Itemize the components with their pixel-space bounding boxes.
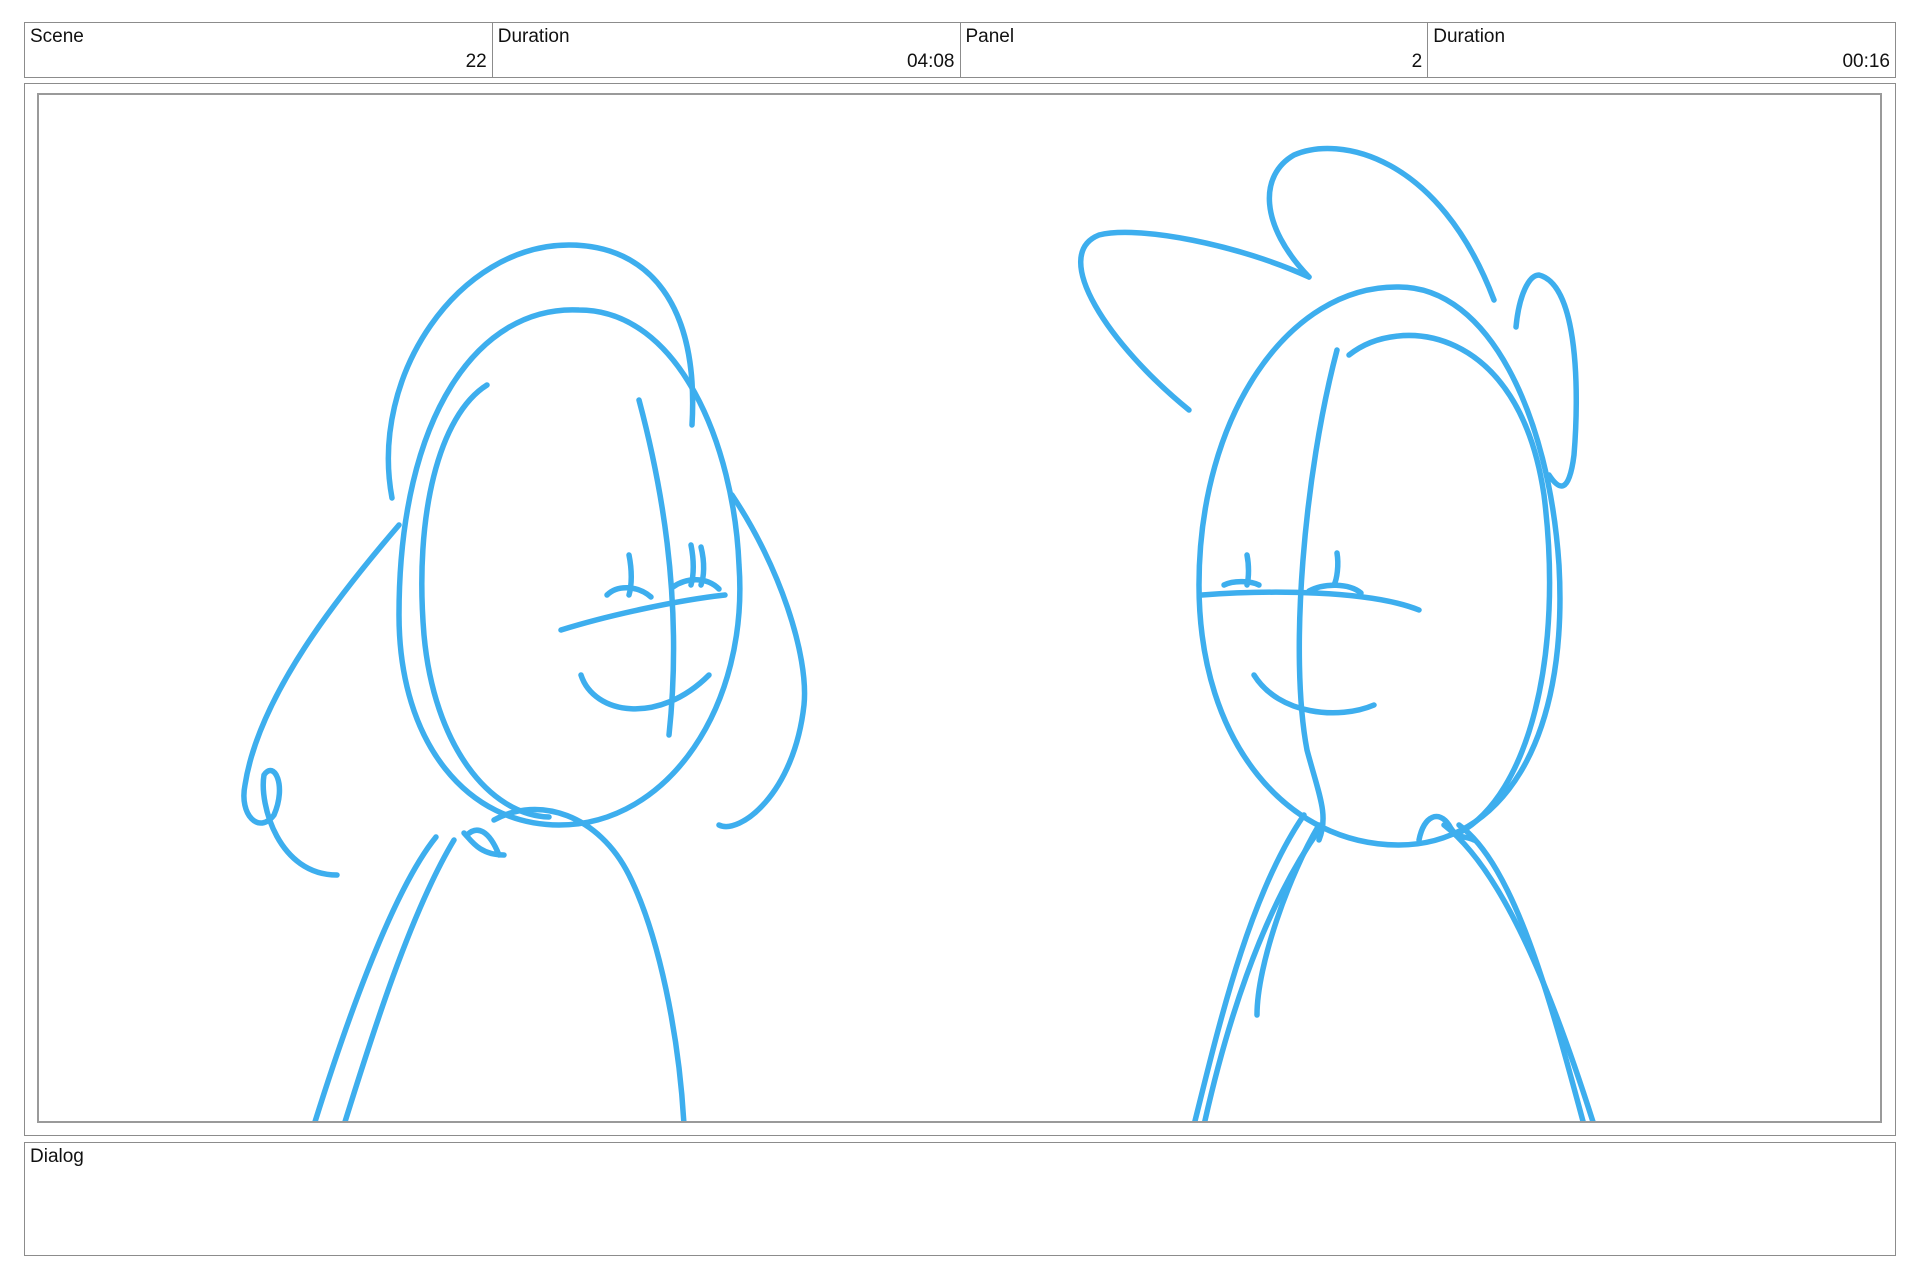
right-character-sketch — [1078, 145, 1596, 1121]
panel-drawing-area[interactable] — [37, 93, 1882, 1123]
scene-number: 22 — [465, 51, 487, 72]
panel-duration-label: Duration — [1433, 26, 1506, 47]
scene-duration-value: 04:08 — [906, 51, 955, 72]
panel-duration-cell: Duration 00:16 — [1428, 23, 1895, 77]
panel-sketch — [241, 145, 1596, 1121]
panel-number: 2 — [1411, 51, 1423, 72]
right-left-eyelid — [1221, 578, 1262, 588]
panel-cell: Panel 2 — [961, 23, 1429, 77]
left-face-horizontal — [558, 592, 728, 633]
dialog-box[interactable]: Dialog — [24, 1142, 1896, 1256]
panel-label: Panel — [965, 26, 1015, 47]
right-head-inner — [1346, 332, 1553, 836]
scene-duration-cell: Duration 04:08 — [493, 23, 961, 77]
left-body-right — [491, 806, 687, 1121]
right-head-outer — [1196, 284, 1563, 848]
right-right-eye — [1331, 550, 1341, 588]
left-head-inner — [419, 382, 552, 820]
left-collar — [461, 827, 507, 858]
storyboard-panel — [24, 83, 1896, 1136]
left-hair-left — [241, 522, 402, 878]
dialog-label: Dialog — [30, 1146, 84, 1167]
right-hair-spike-right — [1513, 272, 1580, 489]
right-smile — [1251, 672, 1377, 716]
panel-info-header: Scene 22 Duration 04:08 Panel 2 Duration… — [24, 22, 1896, 78]
left-character-sketch — [241, 242, 808, 1121]
right-hair-spike-left — [1078, 229, 1312, 413]
scene-duration-label: Duration — [497, 26, 570, 47]
left-smile — [578, 672, 712, 712]
left-body-left-outer — [312, 834, 439, 1121]
scene-cell: Scene 22 — [25, 23, 493, 77]
left-face-vertical — [636, 397, 677, 738]
right-face-horizontal — [1199, 589, 1422, 613]
left-head-outer — [396, 307, 743, 828]
left-right-eyelid — [670, 577, 722, 592]
left-hair-top — [385, 242, 696, 501]
panel-duration-value: 00:16 — [1842, 51, 1890, 72]
scene-label: Scene — [30, 26, 84, 47]
right-body-right-inner — [1456, 822, 1586, 1121]
